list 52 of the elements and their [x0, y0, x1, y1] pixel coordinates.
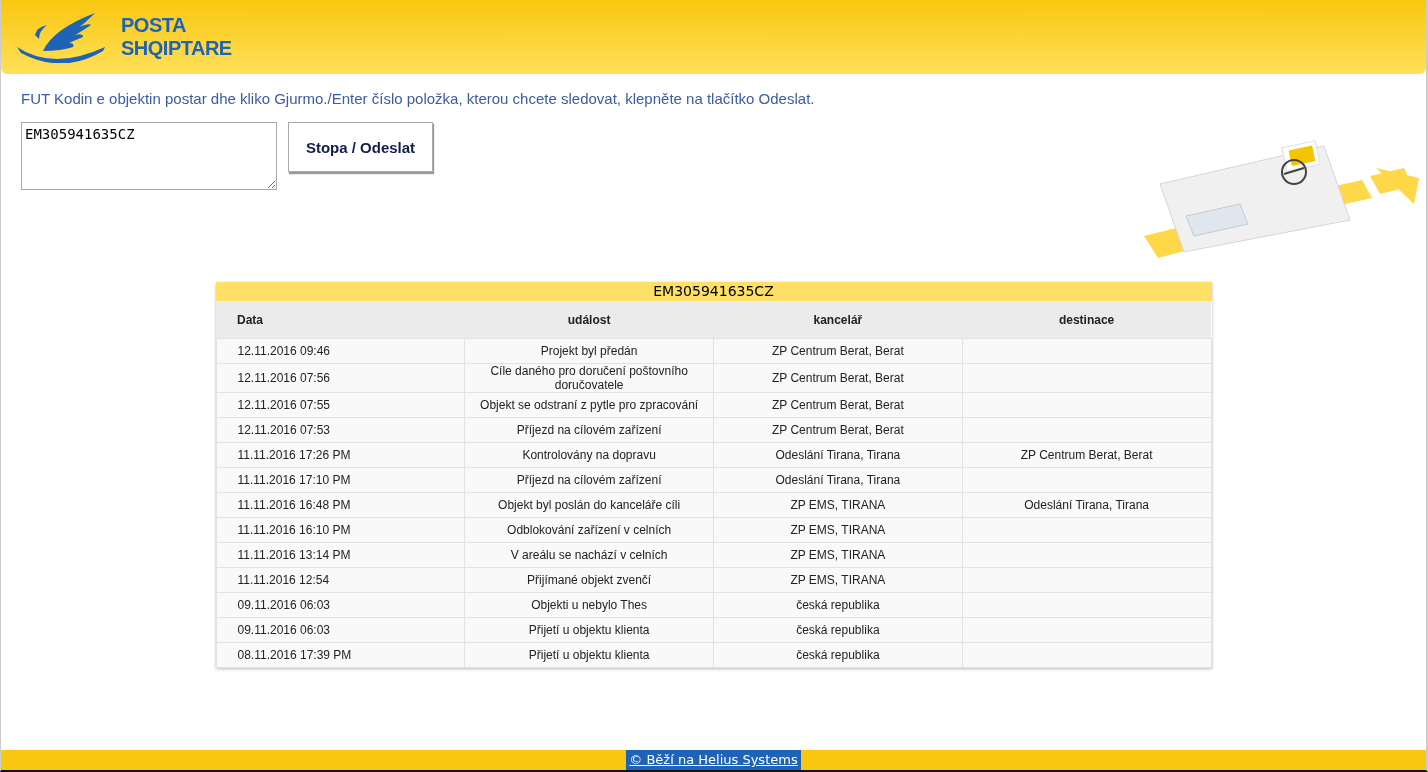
table-cell: 08.11.2016 17:39 PM	[237, 648, 352, 662]
submit-button[interactable]: Stopa / Odeslat	[288, 122, 433, 172]
table-cell: ZP Centrum Berat, Berat	[771, 371, 904, 385]
table-cell: Odeslání Tirana, Tirana	[775, 448, 901, 462]
table-cell: Projekt byl předán	[540, 344, 638, 358]
table-cell: Cíle daného pro doručení poštovního doručovatele	[490, 364, 688, 392]
table-cell: 12.11.2016 07:53	[237, 423, 331, 437]
table-cell: Odblokování zařízení v celních	[507, 523, 672, 537]
table-cell: ZP EMS, TIRANA	[790, 548, 886, 562]
table-cell: Přijetí u objektu klienta	[528, 648, 650, 662]
table-cell: ZP Centrum Berat, Berat	[771, 423, 904, 437]
table-cell: 11.11.2016 17:10 PM	[237, 473, 351, 487]
table-cell: Objekt se odstraní z pytle pro zpracování	[480, 398, 699, 412]
table-cell: 12.11.2016 07:55	[237, 398, 331, 412]
table-cell: ZP Centrum Berat, Berat	[771, 398, 904, 412]
table-cell: Objekti u nebylo Thes	[531, 598, 648, 612]
table-cell: česká republika	[796, 623, 880, 637]
table-cell: Přijímané objekt zvenčí	[527, 573, 652, 587]
powered-by-link[interactable]: © Běží na Helius Systems	[626, 750, 801, 770]
table-cell: Příjezd na cílovém zařízení	[516, 473, 662, 487]
table-cell: 11.11.2016 12:54	[237, 573, 330, 587]
instruction-text: FUT Kodin e objektin postar dhe kliko Gjurmo./Enter číslo položka, kterou chcete sledovat, klepněte na tlačítko Odeslat.	[21, 90, 816, 107]
table-cell: 09.11.2016 06:03	[237, 598, 331, 612]
table-cell: 11.11.2016 17:26 PM	[237, 448, 351, 462]
table-cell: V areálu se nachází v celních	[510, 548, 668, 562]
table-cell: Přijetí u objektu klienta	[528, 623, 650, 637]
table-cell: Objekt byl poslán do kanceláře cíli	[498, 498, 681, 512]
column-header: kancelář	[713, 301, 963, 339]
table-cell: ZP EMS, TIRANA	[790, 498, 886, 512]
table-cell: Kontrolovány na dopravu	[522, 448, 656, 462]
column-header: destinace	[962, 301, 1211, 339]
column-header: událost	[464, 301, 714, 339]
table-cell: ZP EMS, TIRANA	[790, 573, 886, 587]
table-cell: ZP EMS, TIRANA	[790, 523, 886, 537]
table-cell: 11.11.2016 16:10 PM	[237, 523, 351, 537]
tracking-number-field[interactable]: EM305941635CZ	[21, 122, 277, 190]
table-cell: Příjezd na cílovém zařízení	[516, 423, 662, 437]
table-cell: česká republika	[796, 648, 880, 662]
table-cell: 12.11.2016 09:46	[237, 344, 331, 358]
table-cell: Odeslání Tirana, Tirana	[775, 473, 901, 487]
table-cell: Odeslání Tirana, Tirana	[1024, 498, 1149, 512]
table-cell: 12.11.2016 07:56	[237, 371, 331, 385]
table-caption: EM305941635CZ	[215, 282, 1212, 301]
table-cell: ZP Centrum Berat, Berat	[1020, 448, 1153, 462]
table-cell: 09.11.2016 06:03	[237, 623, 331, 637]
logo-text: POSTA	[121, 14, 187, 37]
table-cell: česká republika	[796, 598, 880, 612]
table-cell: 11.11.2016 13:14 PM	[237, 548, 351, 562]
table-cell: 11.11.2016 16:48 PM	[237, 498, 351, 512]
logo-text: SHQIPTARE	[121, 37, 232, 60]
column-header: Data	[216, 301, 465, 339]
table-cell: ZP Centrum Berat, Berat	[771, 344, 904, 358]
